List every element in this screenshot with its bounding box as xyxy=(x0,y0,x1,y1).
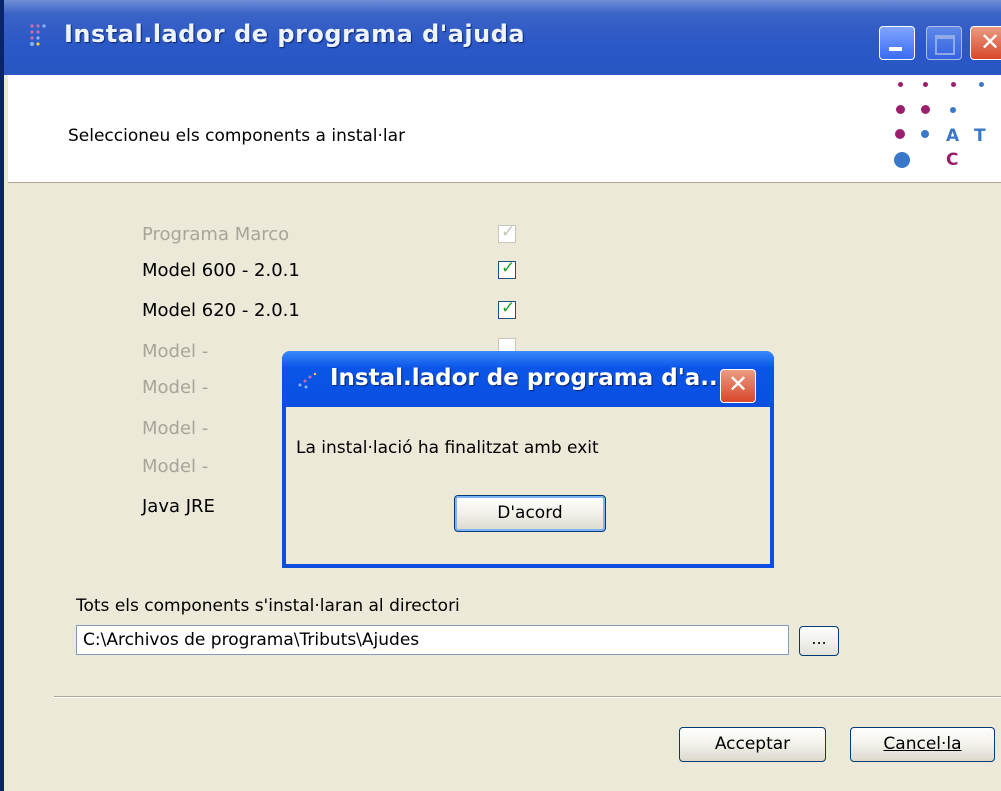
logo-letter-c: C xyxy=(946,150,959,170)
directory-input[interactable]: C:\Archivos de programa\Tributs\Ajudes xyxy=(76,625,789,655)
cancel-button-label: Cancel·la xyxy=(883,734,962,754)
component-label: Model - xyxy=(142,456,209,477)
app-icon xyxy=(298,372,317,389)
component-label: Programa Marco xyxy=(142,224,290,245)
component-label: Model 600 - 2.0.1 xyxy=(142,260,300,281)
component-checkbox: ✓ xyxy=(498,222,516,243)
atc-logo: A T C xyxy=(882,76,1001,182)
component-checkbox[interactable]: ✓ xyxy=(498,298,516,319)
maximize-button[interactable] xyxy=(926,26,962,60)
component-label: Java JRE xyxy=(142,496,215,517)
component-label: Model - xyxy=(142,418,209,439)
browse-button[interactable]: ... xyxy=(799,626,839,656)
component-checkbox[interactable]: ✓ xyxy=(498,258,516,279)
logo-letter-t: T xyxy=(974,126,986,146)
dialog-close-button[interactable] xyxy=(720,369,756,403)
component-label: Model - xyxy=(142,341,209,362)
dialog-title-bar[interactable]: Instal.lador de programa d'a... xyxy=(282,351,774,407)
page-subtitle: Seleccioneu els components a instal·lar xyxy=(68,126,406,146)
logo-letter-a: A xyxy=(946,126,960,146)
dialog-title: Instal.lador de programa d'a... xyxy=(330,365,727,391)
dialog-ok-button[interactable]: D'acord xyxy=(454,495,606,532)
dialog-message: La instal·lació ha finalitzat amb exit xyxy=(296,438,599,458)
title-bar[interactable]: Instal.lador de programa d'ajuda xyxy=(4,0,1001,75)
component-label: Model - xyxy=(142,377,209,398)
accept-button[interactable]: Acceptar xyxy=(679,727,826,762)
app-icon xyxy=(30,24,46,46)
directory-label: Tots els components s'instal·laran al di… xyxy=(76,596,460,616)
component-label: Model 620 - 2.0.1 xyxy=(142,300,300,321)
installer-window: Instal.lador de programa d'ajuda Selecci… xyxy=(0,0,1001,791)
minimize-button[interactable] xyxy=(879,26,915,60)
dialog-body: La instal·lació ha finalitzat amb exit D… xyxy=(286,407,770,564)
completion-dialog: Instal.lador de programa d'a... La insta… xyxy=(282,351,774,568)
header-panel: Seleccioneu els components a instal·lar xyxy=(8,75,1001,183)
window-title: Instal.lador de programa d'ajuda xyxy=(64,20,526,48)
separator xyxy=(54,696,1001,698)
close-button[interactable] xyxy=(970,26,1001,60)
cancel-button[interactable]: Cancel·la xyxy=(850,727,995,762)
